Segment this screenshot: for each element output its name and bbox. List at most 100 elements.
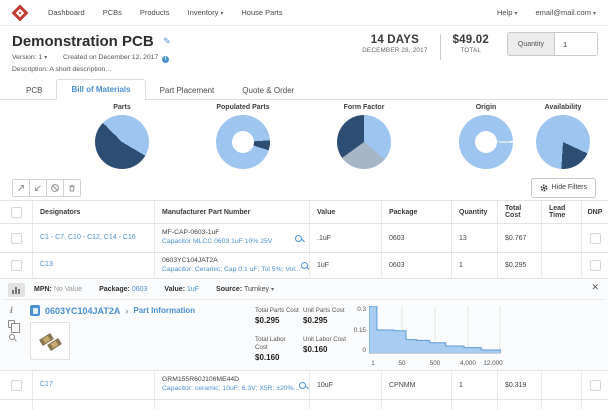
designators-link[interactable]: C13	[40, 261, 53, 270]
total-label: TOTAL	[453, 47, 489, 54]
mpn-description-link[interactable]: Capacitor; Ceramic; Cap 0.1 uF; Tol 5%; …	[162, 266, 301, 275]
package-cell: 0603	[382, 253, 452, 278]
nav-house-parts[interactable]: House Parts	[241, 8, 282, 17]
col-total-cost[interactable]: Total Cost	[498, 201, 542, 223]
total-cost-cell: $0.295	[498, 253, 542, 278]
header-summary: 14 DAYS DECEMBER 28, 2017 $49.02 TOTAL Q…	[362, 32, 598, 60]
mpn-label: MPN:	[34, 286, 52, 293]
search-icon[interactable]	[9, 334, 15, 340]
nav-dashboard[interactable]: Dashboard	[48, 8, 85, 17]
source-value: Turnkey	[244, 286, 269, 293]
delete-rows-button[interactable]	[63, 179, 81, 197]
table-row: C13 0603YC104JAT2A Capacitor; Ceramic; C…	[0, 253, 608, 279]
cost-summary: Total Parts Cost $0.295 Unit Parts Cost …	[255, 305, 350, 368]
source-dropdown[interactable]: Source: Turnkey▾	[216, 286, 274, 293]
version-dropdown[interactable]: Version: 1▾	[12, 54, 47, 61]
parts-pie-chart[interactable]	[95, 115, 149, 169]
package-link[interactable]: 0603	[132, 286, 148, 293]
dnp-checkbox[interactable]	[590, 380, 601, 391]
part-number-link[interactable]: 0603YC104JAT2A	[45, 306, 120, 316]
designators-link[interactable]: C17	[40, 381, 53, 390]
cost-item: Total Labor Cost $0.160	[255, 336, 299, 368]
dnp-checkbox[interactable]	[590, 233, 601, 244]
chart-title: Availability	[515, 104, 608, 111]
tab-part-placement[interactable]: Part Placement	[146, 81, 229, 100]
tab-bill-of-materials[interactable]: Bill of Materials	[56, 79, 145, 100]
part-information-link[interactable]: Part Information	[133, 306, 195, 315]
lead-time-cell	[542, 224, 582, 252]
x-axis-labels: 1 50 500 4,000 12,000	[369, 359, 501, 368]
source-label: Source:	[216, 286, 242, 293]
col-value[interactable]: Value	[310, 201, 382, 223]
gear-icon	[540, 184, 548, 192]
info-icon[interactable]: i	[10, 306, 13, 314]
hide-filters-button[interactable]: Hide Filters	[531, 178, 596, 198]
mpn-text: 0603YC104JAT2A	[162, 257, 301, 266]
total-value: $49.02	[453, 34, 489, 46]
copy-icon[interactable]	[8, 320, 15, 328]
disable-rows-button[interactable]	[46, 179, 64, 197]
part-detail-panel: MPN: No Value Package: 0603 Value: 1uF S…	[0, 279, 608, 371]
nav-pcbs[interactable]: PCBs	[103, 8, 122, 17]
col-lead-time[interactable]: Lead Time	[542, 201, 582, 223]
package-cell: 0603	[382, 224, 452, 252]
tab-bar: PCB Bill of Materials Part Placement Quo…	[0, 78, 608, 100]
row-checkbox[interactable]	[11, 380, 22, 391]
select-all-checkbox[interactable]	[11, 207, 22, 218]
cost-item: Total Parts Cost $0.295	[255, 307, 299, 331]
dnp-checkbox[interactable]	[590, 260, 601, 271]
price-break-chart: 0.3 0.15 0 1 50	[350, 305, 501, 368]
expand-rows-button[interactable]	[12, 179, 30, 197]
search-icon[interactable]	[301, 262, 308, 269]
row-checkbox[interactable]	[11, 260, 22, 271]
quantity-input[interactable]	[555, 33, 597, 55]
price-chart-toggle-button[interactable]	[8, 283, 25, 297]
nav-help[interactable]: Help▾	[497, 8, 517, 17]
part-photo[interactable]	[30, 322, 70, 360]
designators-link[interactable]: C1 - C7, C10 - C12, C14 - C16	[40, 234, 136, 243]
table-row: C17 GRM155R60J106ME44D Capacitor: cerami…	[0, 371, 608, 400]
col-mpn[interactable]: Manufacturer Part Number	[155, 201, 310, 223]
mpn-description-link[interactable]: Capacitor MLCC 0603 1uF 10% 25V	[162, 238, 272, 247]
availability-pie-chart[interactable]	[536, 115, 590, 169]
brand-logo-icon[interactable]	[12, 4, 29, 21]
info-icon[interactable]: i	[162, 56, 169, 63]
document-icon	[30, 305, 40, 316]
cost-item: Unit Labor Cost $0.160	[303, 336, 347, 368]
search-icon[interactable]	[295, 235, 302, 242]
package-cell: CPNMM	[382, 371, 452, 399]
quantity-label: Quantity	[508, 33, 555, 55]
col-quantity[interactable]: Quantity	[452, 201, 498, 223]
chart-title: Populated Parts	[195, 104, 291, 111]
value-link[interactable]: 1uF	[187, 286, 199, 293]
populated-parts-pie-chart[interactable]	[216, 115, 270, 169]
divider	[440, 34, 441, 60]
quantity-cell: 1	[452, 253, 498, 278]
edit-icon[interactable]: ✎	[163, 36, 171, 46]
tab-pcb[interactable]: PCB	[12, 81, 56, 100]
origin-pie-chart[interactable]	[459, 115, 513, 169]
col-designators[interactable]: Designators	[33, 201, 155, 223]
tab-quote-order[interactable]: Quote & Order	[228, 81, 308, 100]
search-icon[interactable]	[299, 382, 306, 389]
lead-time-cell	[542, 371, 582, 399]
chart-populated-parts: Populated Parts	[195, 104, 291, 169]
quantity-control: Quantity	[507, 32, 598, 56]
chevron-down-icon: ▾	[514, 11, 517, 17]
col-package[interactable]: Package	[382, 201, 452, 223]
chart-title: Form Factor	[316, 104, 412, 111]
nav-products[interactable]: Products	[140, 8, 170, 17]
lead-time-date: DECEMBER 28, 2017	[362, 47, 427, 54]
lead-time-stat: 14 DAYS DECEMBER 28, 2017	[362, 32, 427, 54]
nav-inventory[interactable]: Inventory▾	[187, 8, 223, 17]
form-factor-pie-chart[interactable]	[337, 115, 391, 169]
mpn-description-link[interactable]: Capacitor: ceramic; 10uF; 6.3V; X5R; ±20…	[162, 385, 299, 394]
collapse-icon	[33, 183, 43, 193]
collapse-rows-button[interactable]	[29, 179, 47, 197]
value-cell: 10uF	[310, 371, 382, 399]
nav-account[interactable]: email@mail.com▾	[535, 8, 596, 17]
close-icon[interactable]: ✕	[591, 282, 599, 293]
col-dnp[interactable]: DNP	[582, 201, 608, 223]
row-checkbox[interactable]	[11, 233, 22, 244]
chart-form-factor: Form Factor	[316, 104, 412, 169]
